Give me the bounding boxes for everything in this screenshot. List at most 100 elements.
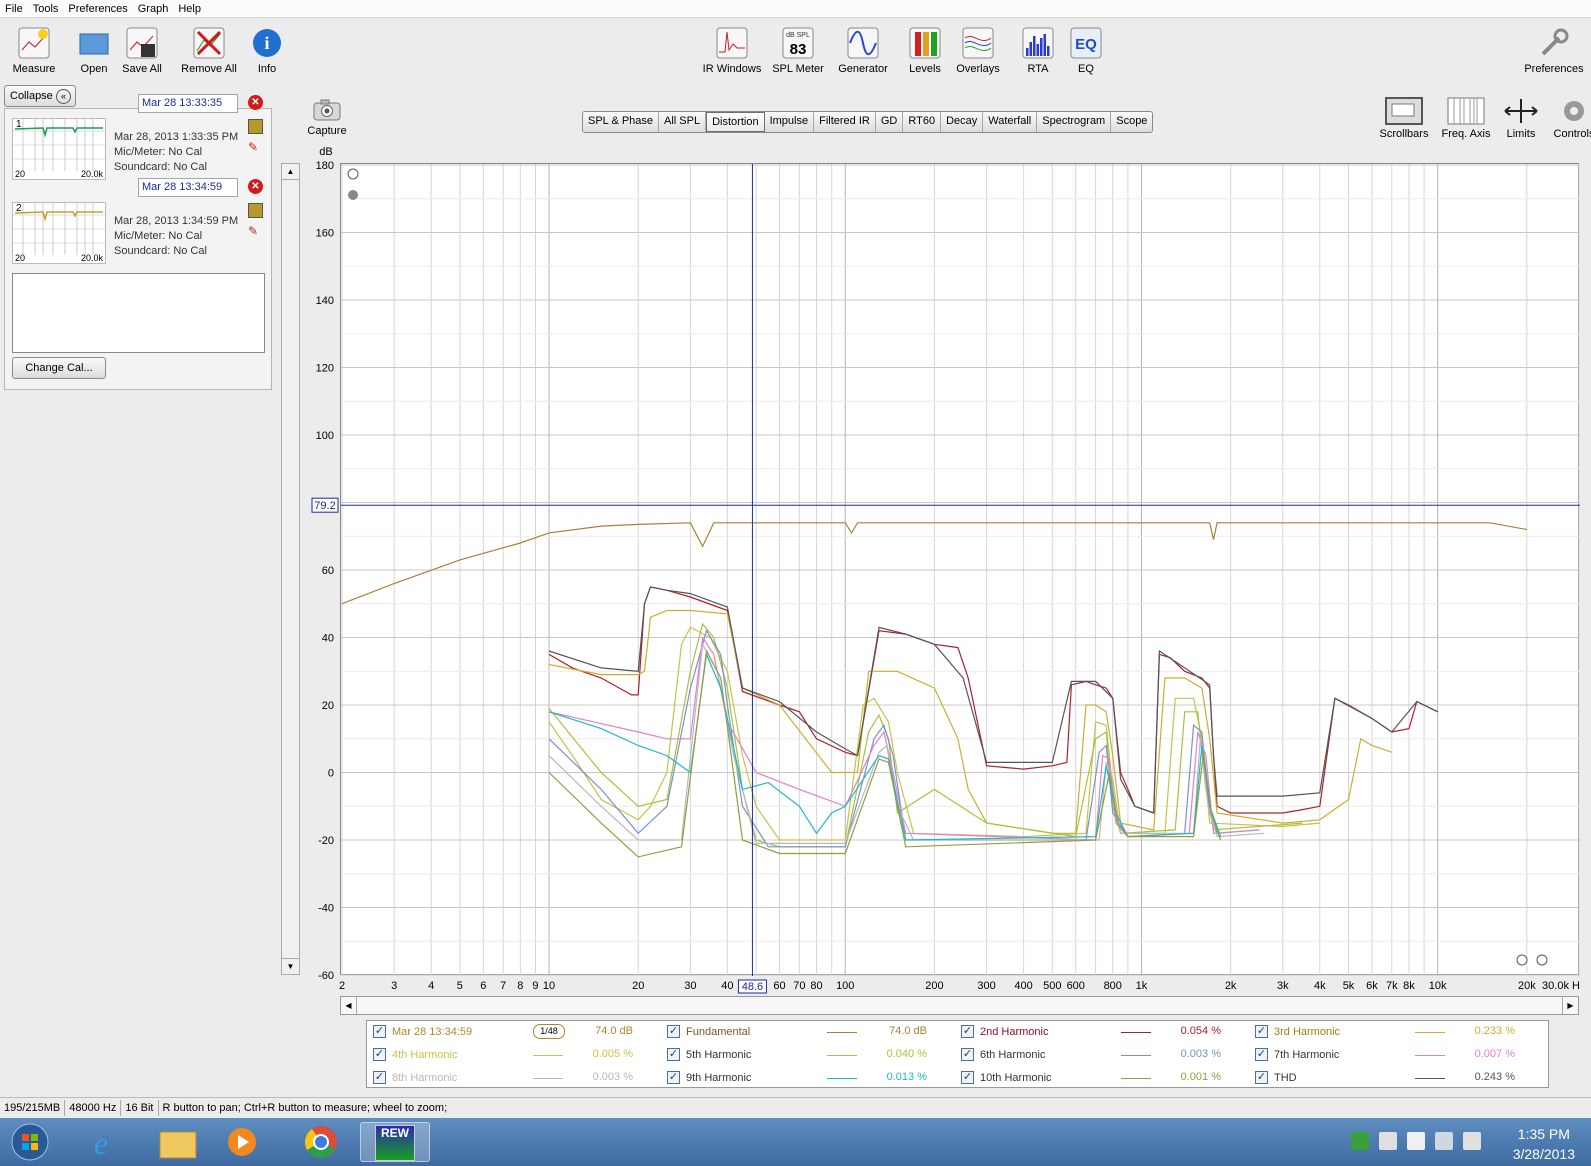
menu-tools[interactable]: Tools [28,3,64,15]
legend-item[interactable]: ✓ 5th Harmonic [667,1048,751,1061]
legend-checkbox[interactable]: ✓ [961,1048,974,1061]
legend-checkbox[interactable]: ✓ [373,1025,386,1038]
volume-icon[interactable] [1463,1132,1481,1150]
scroll-up-arrow[interactable]: ▲ [282,164,299,180]
tab-spectrogram[interactable]: Spectrogram [1037,112,1112,132]
y-axis-label: dB [319,146,332,158]
media-taskbar-button[interactable] [216,1122,268,1162]
legend-checkbox[interactable]: ✓ [373,1071,386,1084]
pencil-icon[interactable]: ✎ [248,140,263,155]
tab-spl-phase[interactable]: SPL & Phase [583,112,660,132]
info-button[interactable]: i Info [243,26,291,75]
remove-measurement-icon[interactable]: ✕ [248,179,263,194]
legend-item[interactable]: ✓ 9th Harmonic [667,1071,751,1084]
legend-label: 5th Harmonic [686,1048,752,1061]
controls-button[interactable]: Controls [1548,96,1591,140]
legend-item[interactable]: ✓ THD [1255,1071,1297,1084]
legend-checkbox[interactable]: ✓ [667,1048,680,1061]
scroll-left-arrow[interactable]: ◀ [341,997,357,1014]
limits-button[interactable]: Limits [1495,96,1547,140]
scroll-right-arrow[interactable]: ▶ [1562,997,1578,1014]
action-center-icon[interactable] [1407,1132,1425,1150]
start-button[interactable] [8,1122,52,1162]
x-tick-label: 70 [793,980,805,992]
distortion-graph[interactable] [340,163,1580,976]
tab-waterfall[interactable]: Waterfall [983,112,1038,132]
pencil-icon[interactable]: ✎ [248,224,263,239]
open-button[interactable]: Open [70,26,118,75]
legend-item[interactable]: ✓ 6th Harmonic [961,1048,1045,1061]
notes-area[interactable] [12,273,265,353]
spl-meter-button[interactable]: dB SPL 83 SPL Meter [770,26,826,75]
tab-gd[interactable]: GD [875,112,904,132]
tab-distortion[interactable]: Distortion [706,112,765,132]
legend-checkbox[interactable]: ✓ [1255,1071,1268,1084]
save-all-button[interactable]: Save All [118,26,166,75]
edit-icon[interactable] [248,119,263,134]
tab-filtered-ir[interactable]: Filtered IR [814,112,876,132]
scroll-down-arrow[interactable]: ▼ [282,958,299,974]
chrome-taskbar-button[interactable] [295,1122,347,1162]
legend-item[interactable]: ✓ 10th Harmonic [961,1071,1052,1084]
generator-button[interactable]: Generator [835,26,891,75]
ie-taskbar-button[interactable]: e [80,1122,132,1162]
change-cal-button[interactable]: Change Cal... [12,357,106,379]
capture-button[interactable]: Capture [305,98,349,137]
legend-item[interactable]: ✓ 8th Harmonic [373,1071,457,1084]
network-icon[interactable] [1351,1132,1369,1150]
explorer-taskbar-button[interactable] [152,1122,204,1162]
speaker-icon[interactable] [1379,1132,1397,1150]
overlays-button[interactable]: Overlays [950,26,1006,75]
scrollbars-button[interactable]: Scrollbars [1378,96,1430,140]
pan-icon[interactable] [348,190,358,200]
freq-axis-button[interactable]: Freq. Axis [1440,96,1492,140]
levels-button[interactable]: Levels [897,26,953,75]
legend-checkbox[interactable]: ✓ [373,1048,386,1061]
edit-icon[interactable] [248,203,263,218]
rew-taskbar-button[interactable]: REW [360,1122,430,1162]
x-tick-label: 200 [925,980,943,992]
measurement-thumbnail: 2 20 20.0k [12,202,106,264]
menu-help[interactable]: Help [173,3,206,15]
legend-item[interactable]: ✓ 2nd Harmonic [961,1025,1048,1038]
chart-svg[interactable] [341,164,1580,976]
y-tick-label: 0 [328,768,334,780]
remove-measurement-icon[interactable]: ✕ [248,95,263,110]
legend-item[interactable]: ✓ Fundamental [667,1025,750,1038]
tab-decay[interactable]: Decay [941,112,984,132]
measurement-name-field[interactable]: Mar 28 13:33:35 [138,94,238,113]
tab-all-spl[interactable]: All SPL [659,112,707,132]
zoom-in-icon[interactable] [347,168,359,180]
legend-checkbox[interactable]: ✓ [1255,1025,1268,1038]
zoom-out-icon[interactable] [1516,954,1528,966]
legend-item[interactable]: ✓ Mar 28 13:34:59 [373,1025,472,1038]
tab-scope[interactable]: Scope [1111,112,1153,132]
remove-all-button[interactable]: Remove All [177,26,241,75]
legend-item[interactable]: ✓ 3rd Harmonic [1255,1025,1340,1038]
legend-checkbox[interactable]: ✓ [667,1071,680,1084]
menu-preferences[interactable]: Preferences [63,3,132,15]
legend-checkbox[interactable]: ✓ [667,1025,680,1038]
legend-item[interactable]: ✓ 7th Harmonic [1255,1048,1339,1061]
measurement-name-field[interactable]: Mar 28 13:34:59 [138,178,238,197]
legend-item[interactable]: ✓ 4th Harmonic [373,1048,457,1061]
menu-graph[interactable]: Graph [133,3,174,15]
measure-button[interactable]: Measure [10,26,58,75]
legend-checkbox[interactable]: ✓ [961,1025,974,1038]
legend-checkbox[interactable]: ✓ [1255,1048,1268,1061]
measurement-entry[interactable]: Mar 28 13:33:35 ✕ ✎ 1 20 20.0k Mar 28, 2… [10,92,270,180]
preferences-button[interactable]: Preferences [1522,26,1586,75]
vertical-scrollbar[interactable]: ▲ ▼ [281,163,300,975]
legend-checkbox[interactable]: ✓ [961,1071,974,1084]
menu-file[interactable]: File [0,3,28,15]
display-icon[interactable] [1435,1132,1453,1150]
taskbar-clock[interactable]: 1:35 PM 3/28/2013 [1513,1124,1575,1164]
tab-rt60[interactable]: RT60 [903,112,942,132]
smoothing-badge[interactable]: 1/48 [533,1024,565,1039]
tab-impulse[interactable]: Impulse [764,112,815,132]
zoom-fit-icon[interactable] [1536,954,1548,966]
eq-button[interactable]: EQ EQ [1058,26,1114,75]
horizontal-scrollbar[interactable]: ◀ ▶ [340,996,1579,1015]
ir-windows-button[interactable]: IR Windows [700,26,764,75]
measurement-entry[interactable]: Mar 28 13:34:59 ✕ ✎ 2 20 20.0k Mar 28, 2… [10,176,270,264]
